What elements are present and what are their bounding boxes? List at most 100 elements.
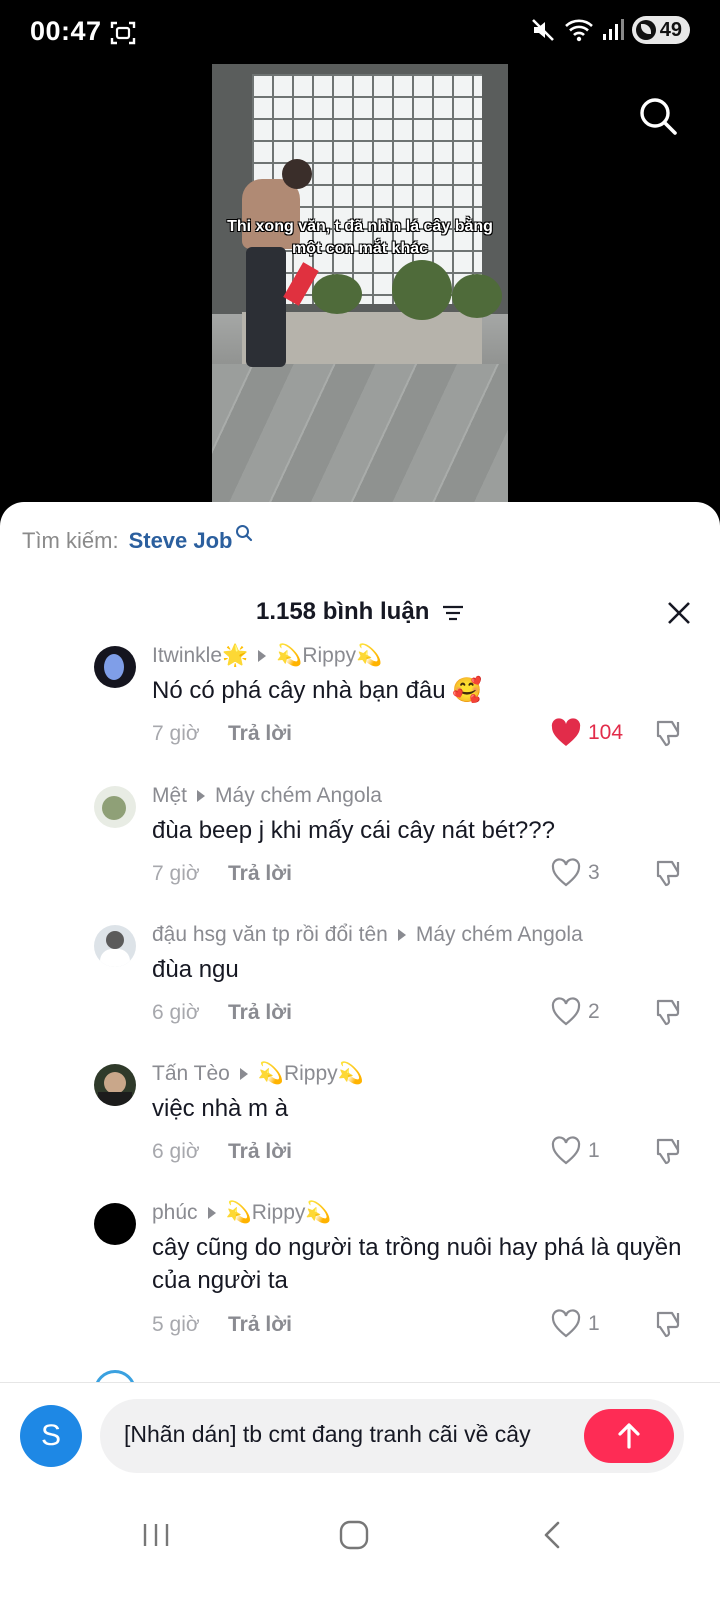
comment-meta: đậu hsg văn tp rồi đổi tên Máy chém Ango…	[152, 923, 583, 947]
system-nav-bar	[0, 1488, 720, 1600]
battery-saver-icon	[635, 20, 656, 40]
status-bar: 00:47 49	[0, 0, 720, 64]
avatar[interactable]	[94, 1064, 136, 1106]
search-icon[interactable]	[636, 94, 680, 138]
avatar[interactable]	[94, 1203, 136, 1245]
search-suggestion[interactable]: Tìm kiếm: Steve Job	[22, 525, 253, 554]
reply-arrow-icon	[239, 1068, 248, 1080]
comment-meta: Mệt Máy chém Angola	[152, 784, 382, 808]
comment-meta: phúc 💫Rippy💫	[152, 1201, 332, 1225]
video-plant	[452, 274, 502, 318]
reply-arrow-icon	[197, 790, 206, 802]
reply-button[interactable]: Trả lời	[228, 1001, 292, 1025]
comment-reply-to[interactable]: Máy chém Angola	[215, 784, 382, 808]
comment-count-row[interactable]: 1.158 bình luận	[0, 598, 720, 626]
comment-draft-text[interactable]: [Nhãn dán] tb cmt đang tranh cãi về cây	[124, 1421, 574, 1448]
dislike-icon[interactable]	[652, 858, 684, 890]
comment-text: cây cũng do người ta trồng nuôi hay phá …	[152, 1234, 682, 1294]
like-button[interactable]: 3	[550, 858, 600, 888]
recent-apps-button[interactable]	[126, 1510, 186, 1560]
user-avatar[interactable]: S	[20, 1405, 82, 1467]
comment-time: 7 giờ	[152, 722, 200, 745]
like-button[interactable]: 104	[550, 718, 623, 748]
screenshot-icon	[110, 21, 136, 45]
comment-reply-to[interactable]: 💫Rippy💫	[258, 1062, 364, 1086]
search-icon	[235, 525, 252, 542]
reply-button[interactable]: Trả lời	[228, 1313, 292, 1337]
comment-meta: Itwinkle🌟 💫Rippy💫	[152, 644, 382, 668]
reply-button[interactable]: Trả lời	[228, 862, 292, 886]
comment-time: 7 giờ	[152, 862, 200, 885]
video-plant	[392, 260, 452, 320]
status-time: 00:47	[30, 16, 102, 46]
reply-arrow-icon	[207, 1207, 216, 1219]
avatar[interactable]	[94, 1370, 136, 1382]
video-floor	[212, 364, 508, 508]
comment-reply-to[interactable]: Máy chém Angola	[416, 923, 583, 947]
video-person	[232, 159, 312, 379]
wifi-icon	[564, 19, 593, 42]
comment-author[interactable]: Mệt	[152, 784, 187, 808]
close-icon[interactable]	[664, 598, 694, 628]
video-person-legs	[246, 247, 286, 367]
dislike-icon[interactable]	[652, 997, 684, 1029]
comment-meta: Tấn Tèo 💫Rippy💫	[152, 1062, 364, 1086]
like-count: 1	[588, 1312, 600, 1335]
comment-text: đùa ngu	[152, 956, 239, 983]
like-count: 1	[588, 1139, 600, 1162]
heart-icon	[551, 997, 581, 1026]
comment-text: việc nhà m à	[152, 1095, 289, 1122]
avatar[interactable]	[94, 646, 136, 688]
reply-button[interactable]: Trả lời	[228, 1140, 292, 1164]
reply-button[interactable]: Trả lời	[228, 722, 292, 746]
comment-reply-to[interactable]: 💫Rippy💫	[276, 644, 382, 668]
sort-icon[interactable]	[442, 604, 464, 622]
comment-author[interactable]: phúc	[152, 1201, 198, 1225]
send-button[interactable]	[584, 1409, 674, 1463]
video-player[interactable]: Thi xong văn, t đã nhìn lá cây bằng một …	[0, 64, 720, 512]
video-person-head	[282, 159, 312, 189]
video-plant	[312, 274, 362, 314]
like-count: 2	[588, 1000, 600, 1023]
comment-count: 1.158 bình luận	[255, 598, 430, 625]
comment-text: đùa beep j khi mấy cái cây nát bét???	[152, 817, 555, 844]
dislike-icon[interactable]	[652, 718, 684, 750]
like-count: 3	[588, 861, 600, 884]
search-suggestion-label: Tìm kiếm:	[22, 528, 119, 553]
comment-time: 5 giờ	[152, 1313, 200, 1336]
back-button[interactable]	[522, 1510, 582, 1560]
dislike-icon[interactable]	[652, 1136, 684, 1168]
comment-author[interactable]: Itwinkle🌟	[152, 644, 248, 668]
avatar[interactable]	[94, 925, 136, 967]
heart-icon	[551, 1309, 581, 1338]
search-suggestion-term[interactable]: Steve Job	[129, 528, 233, 554]
comment-reply-to[interactable]: 💫Rippy💫	[226, 1201, 332, 1225]
comment-list[interactable]: Itwinkle🌟 💫Rippy💫 Nó có phá cây nhà bạn …	[0, 642, 720, 1382]
recent-apps-icon	[143, 1524, 169, 1546]
like-button[interactable]: 1	[550, 1309, 600, 1339]
back-icon	[544, 1521, 560, 1549]
video-caption: Thi xong văn, t đã nhìn lá cây bằng một …	[227, 218, 493, 257]
arrow-up-icon	[618, 1423, 640, 1449]
status-icons: 49	[530, 16, 690, 44]
video-frame[interactable]: Thi xong văn, t đã nhìn lá cây bằng một …	[212, 64, 508, 508]
home-button[interactable]	[324, 1510, 384, 1560]
mute-icon	[531, 19, 554, 41]
comment-text: Nó có phá cây nhà bạn đâu 🥰	[152, 677, 483, 704]
heart-icon	[551, 858, 581, 887]
reply-arrow-icon	[258, 650, 267, 662]
comment-author[interactable]: đậu hsg văn tp rồi đổi tên	[152, 923, 388, 947]
heart-icon	[551, 1136, 581, 1165]
reply-arrow-icon	[397, 929, 406, 941]
signal-icon	[602, 19, 624, 40]
heart-filled-icon	[551, 718, 581, 746]
comments-header: 1.158 bình luận	[0, 588, 720, 636]
avatar[interactable]	[94, 786, 136, 828]
comment-input[interactable]: [Nhãn dán] tb cmt đang tranh cãi về cây	[100, 1399, 684, 1473]
battery-level: 49	[659, 18, 682, 41]
dislike-icon[interactable]	[652, 1309, 684, 1341]
like-button[interactable]: 1	[550, 1136, 600, 1166]
like-button[interactable]: 2	[550, 997, 600, 1027]
comment-author[interactable]: Tấn Tèo	[152, 1062, 230, 1086]
home-icon	[339, 1520, 369, 1550]
